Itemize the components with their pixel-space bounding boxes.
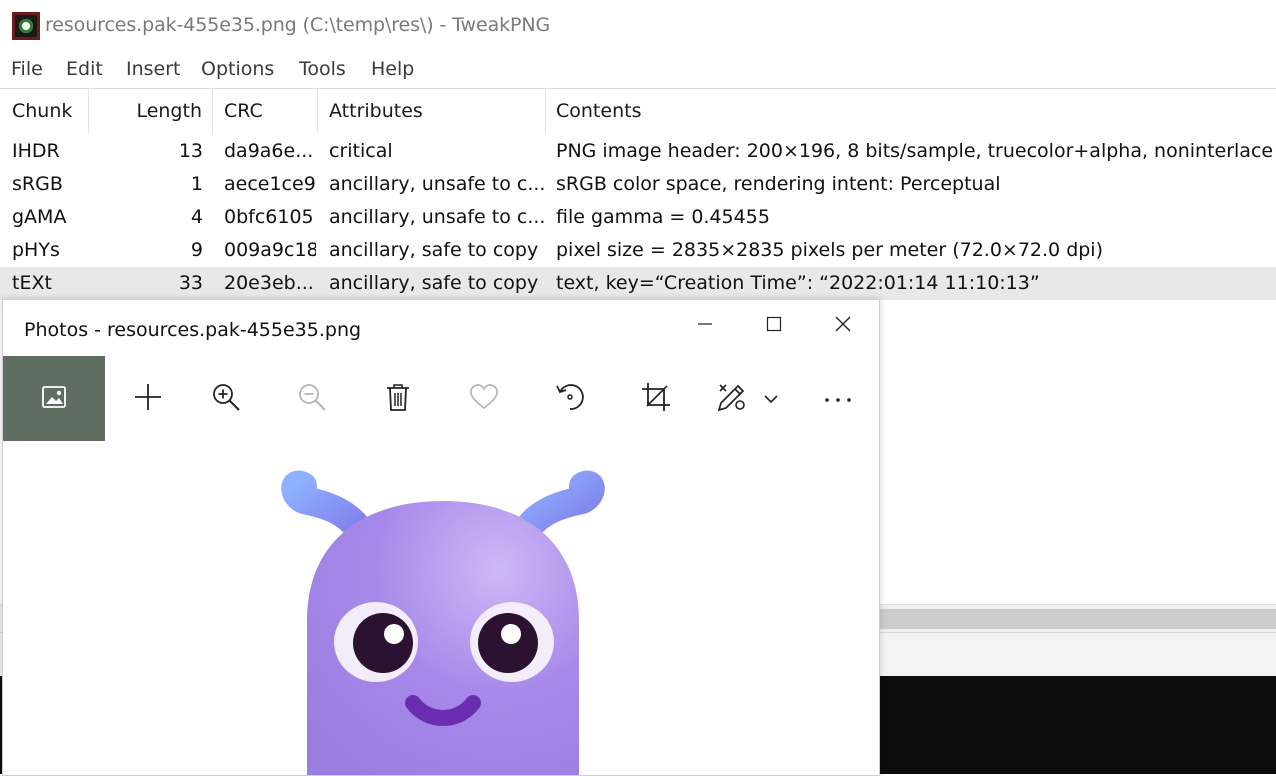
column-header-contents[interactable]: Contents [546, 89, 1276, 133]
menu-bar: File Edit Insert Options Tools Help [0, 52, 1276, 88]
table-row[interactable]: sRGB 1 aece1ce9 ancillary, unsafe to c..… [0, 168, 1276, 201]
window-title: resources.pak-455e35.png (C:\temp\res\) … [45, 14, 551, 36]
menu-file[interactable]: File [11, 58, 43, 80]
delete-icon [384, 382, 412, 416]
list-header: Chunk Length CRC Attributes Contents [0, 89, 1276, 133]
table-row[interactable]: gAMA 4 0bfc6105 ancillary, unsafe to c..… [0, 201, 1276, 234]
maximize-icon [766, 316, 782, 336]
edit-draw-button[interactable] [699, 356, 795, 441]
close-button[interactable] [809, 300, 877, 352]
delete-button[interactable] [355, 356, 441, 441]
add-button[interactable] [105, 356, 191, 441]
tweakpng-titlebar: resources.pak-455e35.png (C:\temp\res\) … [0, 0, 1276, 52]
cell-crc: 0bfc6105 [224, 206, 314, 228]
crop-icon [641, 382, 671, 416]
cell-length: 9 [190, 239, 203, 261]
cell-chunk: gAMA [12, 206, 67, 228]
more-icon [823, 389, 853, 408]
cell-attributes: ancillary, safe to copy [329, 239, 539, 261]
column-header-attributes[interactable]: Attributes [318, 89, 546, 133]
chevron-down-icon [764, 389, 778, 408]
view-image-button[interactable] [3, 356, 105, 441]
cell-length: 13 [178, 140, 203, 162]
tweakpng-app-icon [12, 12, 40, 40]
cell-chunk: IHDR [12, 140, 60, 162]
photos-toolbar [3, 356, 879, 441]
menu-edit[interactable]: Edit [66, 58, 103, 80]
cell-length: 1 [190, 173, 203, 195]
table-row-selected[interactable]: tEXt 33 20e3eb... ancillary, safe to cop… [0, 267, 1276, 300]
rotate-icon [554, 381, 586, 417]
minimize-button[interactable] [671, 300, 739, 352]
photos-titlebar: Photos - resources.pak-455e35.png [3, 300, 879, 356]
cell-attributes: ancillary, safe to copy [329, 272, 539, 294]
minimize-icon [697, 316, 713, 336]
menu-tools[interactable]: Tools [299, 58, 346, 80]
column-header-crc[interactable]: CRC [213, 89, 318, 133]
edit-draw-icon [716, 381, 748, 417]
mascot-image [281, 470, 605, 775]
cell-length: 4 [190, 206, 203, 228]
cell-contents: PNG image header: 200×196, 8 bits/sample… [556, 140, 1274, 162]
close-icon [834, 315, 852, 337]
view-image-icon [40, 383, 68, 415]
cell-contents: sRGB color space, rendering intent: Perc… [556, 173, 1001, 195]
zoom-out-icon [296, 381, 328, 417]
table-row[interactable]: IHDR 13 da9a6e... critical PNG image hea… [0, 135, 1276, 168]
cell-contents: file gamma = 0.45455 [556, 206, 770, 228]
cell-crc: 20e3eb... [224, 272, 314, 294]
photos-window: Photos - resources.pak-455e35.png [2, 299, 880, 776]
menu-insert[interactable]: Insert [126, 58, 181, 80]
column-header-chunk[interactable]: Chunk [0, 89, 89, 133]
add-icon [133, 382, 163, 416]
cell-attributes: ancillary, unsafe to c... [329, 173, 544, 195]
cell-chunk: sRGB [12, 173, 63, 195]
maximize-button[interactable] [740, 300, 808, 352]
scrollbar-thumb[interactable] [880, 609, 1276, 629]
cell-attributes: critical [329, 140, 393, 162]
favorite-icon [469, 383, 499, 415]
cell-contents: text, key=“Creation Time”: “2022:01:14 1… [556, 272, 1040, 294]
more-options-button[interactable] [795, 356, 879, 441]
crop-button[interactable] [613, 356, 699, 441]
cell-crc: aece1ce9 [224, 173, 316, 195]
cell-chunk: pHYs [12, 239, 60, 261]
zoom-in-icon [210, 381, 242, 417]
cell-crc: 009a9c18 [224, 239, 316, 261]
table-row[interactable]: pHYs 9 009a9c18 ancillary, safe to copy … [0, 234, 1276, 267]
column-header-length[interactable]: Length [89, 89, 213, 133]
menu-help[interactable]: Help [371, 58, 414, 80]
image-canvas [3, 441, 879, 775]
zoom-in-button[interactable] [183, 356, 269, 441]
cell-contents: pixel size = 2835×2835 pixels per meter … [556, 239, 1104, 261]
cell-chunk: tEXt [12, 272, 52, 294]
cell-crc: da9a6e... [224, 140, 314, 162]
zoom-out-button[interactable] [269, 356, 355, 441]
rotate-button[interactable] [527, 356, 613, 441]
cell-attributes: ancillary, unsafe to c... [329, 206, 544, 228]
menu-options[interactable]: Options [201, 58, 274, 80]
cell-length: 33 [178, 272, 203, 294]
favorite-button[interactable] [441, 356, 527, 441]
photos-window-title: Photos - resources.pak-455e35.png [24, 319, 362, 341]
